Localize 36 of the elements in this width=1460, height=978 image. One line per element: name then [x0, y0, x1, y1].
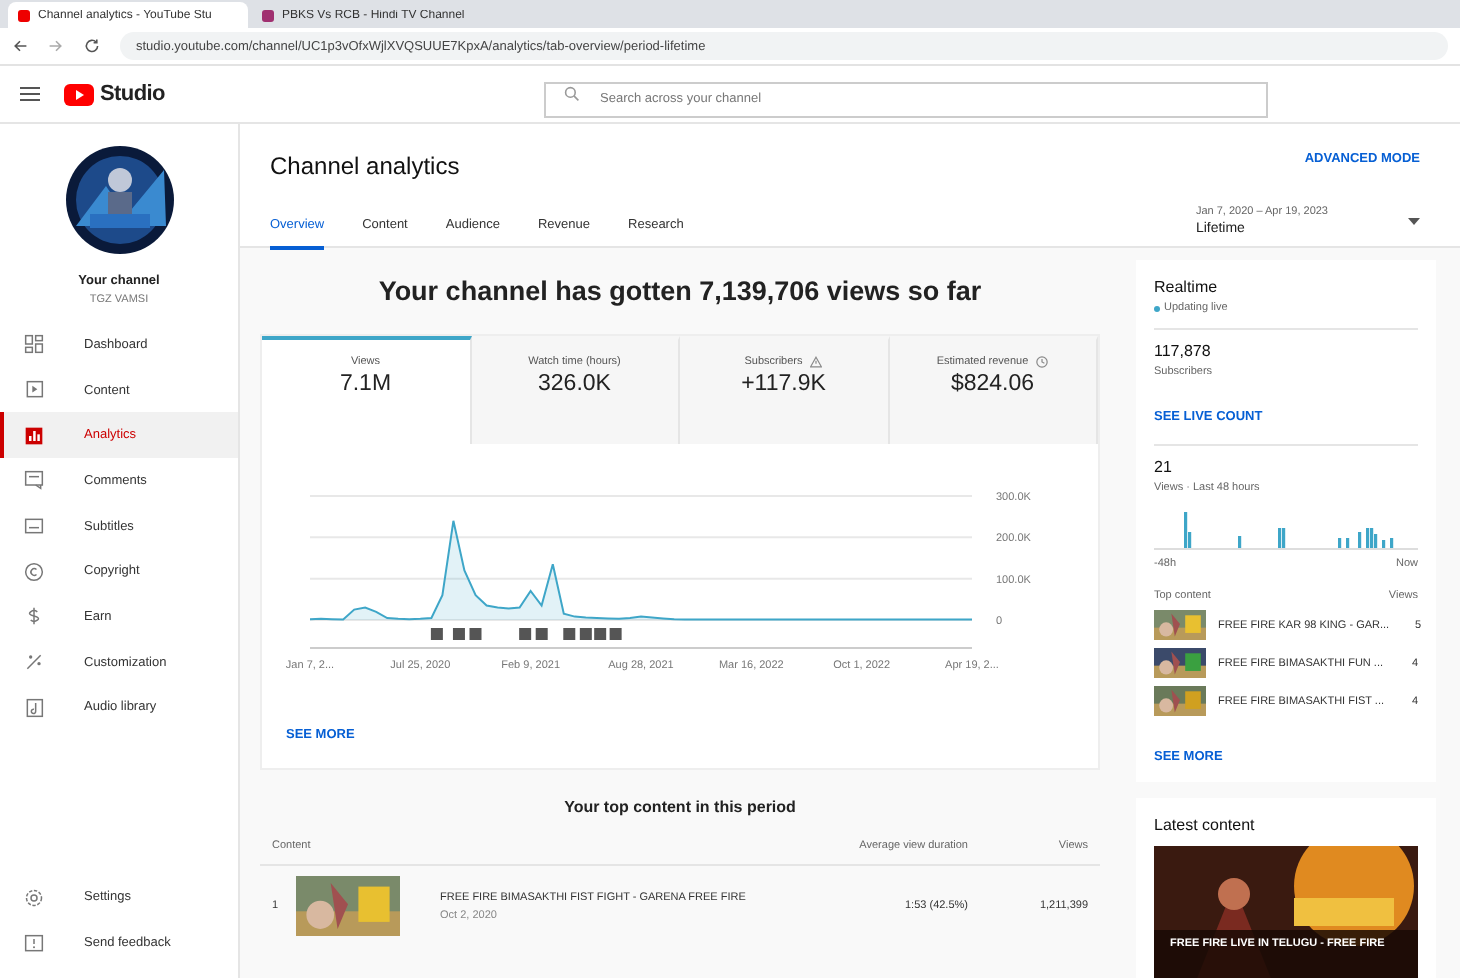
favicon-icon	[18, 9, 30, 21]
video-marker-icon	[469, 628, 482, 640]
views-headline: Your channel has gotten 7,139,706 views so far	[376, 276, 984, 306]
audio-icon	[24, 697, 44, 718]
settings-icon	[24, 887, 44, 908]
back-icon[interactable]	[12, 38, 28, 54]
video-marker-icon	[452, 628, 465, 640]
favicon-icon	[262, 9, 274, 21]
menu-icon[interactable]	[20, 86, 40, 102]
subtitles-icon	[24, 516, 44, 537]
caret-icon	[1408, 217, 1420, 225]
video-marker-icon	[519, 628, 532, 640]
subscriber-count: 117,878	[1154, 342, 1213, 360]
video-marker-icon	[535, 628, 548, 640]
card-title: Latest content	[1154, 816, 1257, 834]
card-title: Realtime	[1154, 278, 1220, 296]
dashboard-icon	[24, 334, 44, 355]
section-title: Your top content in this period	[562, 798, 798, 816]
analytics-icon	[24, 425, 44, 446]
studio-logo[interactable]: Studio	[100, 82, 165, 106]
video-marker-icon	[430, 628, 443, 640]
feedback-icon	[24, 933, 44, 954]
content-icon	[24, 380, 44, 401]
copyright-icon	[24, 561, 44, 582]
clock-icon	[1036, 356, 1049, 368]
search-icon	[564, 86, 580, 102]
live-dot-icon	[1154, 305, 1160, 311]
earn-icon	[24, 606, 44, 627]
video-marker-icon	[563, 628, 576, 640]
comments-icon	[24, 470, 44, 491]
play-logo-icon	[64, 83, 94, 105]
page-title: Channel analytics	[270, 152, 462, 180]
customization-icon	[24, 652, 44, 673]
views-count: 21	[1154, 458, 1174, 476]
warning-icon	[810, 356, 823, 368]
reload-icon[interactable]	[84, 38, 100, 54]
